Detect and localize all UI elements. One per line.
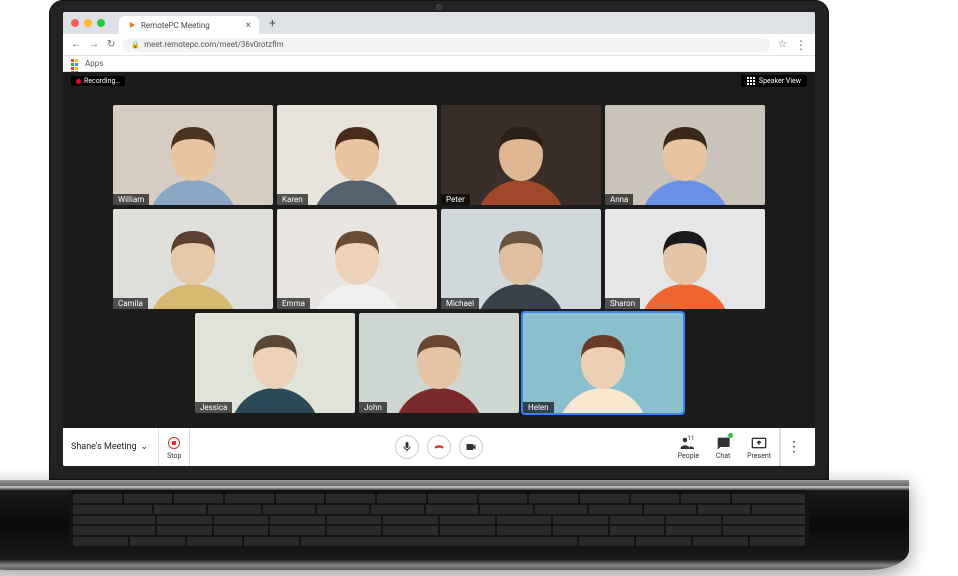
participant-name-label: John [359, 402, 387, 413]
people-count-badge: 11 [687, 435, 696, 442]
participant-video [113, 105, 273, 205]
participant-name-label: Michael [441, 298, 479, 309]
video-grid: William Karen Peter Anna Camila Emma Michael Sh… [63, 90, 815, 428]
call-controls [395, 435, 483, 459]
chat-icon [715, 436, 731, 450]
back-button[interactable]: ← [71, 39, 81, 50]
minimize-window-button[interactable] [84, 19, 92, 27]
meeting-app: Recording… Speaker View William Karen Pete… [63, 72, 815, 466]
webcam-dot [436, 4, 442, 10]
participant-video [113, 209, 273, 309]
bookmark-star-button[interactable]: ☆ [778, 39, 787, 50]
meeting-name-menu[interactable]: Shane's Meeting ⌄ [71, 428, 159, 466]
chat-label: Chat [716, 452, 731, 460]
participant-video [523, 313, 683, 413]
stop-recording-button[interactable]: Stop [159, 428, 190, 466]
forward-button[interactable]: → [89, 39, 99, 50]
new-tab-button[interactable]: + [263, 16, 282, 30]
present-button[interactable]: Present [739, 428, 780, 466]
url-input[interactable]: 🔒 meet.remotepc.com/meet/36v0rotzflm [123, 38, 770, 52]
close-window-button[interactable] [71, 19, 79, 27]
participant-name-label: Emma [277, 298, 310, 309]
more-options-button[interactable]: ⋮ [780, 428, 807, 466]
participant-name-label: William [113, 194, 149, 205]
participant-name-label: Camila [113, 298, 148, 309]
camera-icon [465, 441, 477, 453]
participant-video [277, 209, 437, 309]
stop-label: Stop [167, 452, 181, 460]
microphone-icon [401, 441, 413, 453]
video-row: Camila Emma Michael Sharon [113, 209, 765, 309]
participant-video [605, 209, 765, 309]
video-tile[interactable]: William [113, 105, 273, 205]
url-text: meet.remotepc.com/meet/36v0rotzflm [144, 40, 284, 49]
tab-title: RemotePC Meeting [141, 21, 210, 30]
present-icon [751, 436, 767, 450]
participant-name-label: Helen [523, 402, 554, 413]
favicon-icon [127, 20, 137, 30]
laptop-base [0, 480, 909, 570]
video-tile[interactable]: John [359, 313, 519, 413]
participant-name-label: Peter [441, 194, 470, 205]
laptop-frame: RemotePC Meeting × + ← → ↻ 🔒 meet.remote… [49, 0, 909, 570]
screen-bezel: RemotePC Meeting × + ← → ↻ 🔒 meet.remote… [49, 0, 829, 480]
recording-dot-icon [76, 79, 81, 84]
participant-video [441, 105, 601, 205]
chat-notification-dot-icon [728, 433, 733, 438]
video-tile[interactable]: Jessica [195, 313, 355, 413]
participant-video [605, 105, 765, 205]
window-controls [71, 12, 105, 34]
video-row: William Karen Peter Anna [113, 105, 765, 205]
chat-button[interactable]: Chat [707, 428, 739, 466]
participant-name-label: Karen [277, 194, 308, 205]
participant-video [277, 105, 437, 205]
reload-button[interactable]: ↻ [107, 39, 115, 50]
bottom-toolbar: Shane's Meeting ⌄ Stop [63, 428, 815, 466]
participant-video [195, 313, 355, 413]
browser-tab[interactable]: RemotePC Meeting × [119, 16, 259, 34]
people-label: People [678, 452, 699, 460]
stop-icon [168, 437, 180, 449]
participant-video [441, 209, 601, 309]
mute-button[interactable] [395, 435, 419, 459]
participant-video [359, 313, 519, 413]
hangup-icon [432, 440, 446, 454]
video-row: Jessica John Helen [195, 313, 683, 413]
video-tile[interactable]: Karen [277, 105, 437, 205]
video-tile[interactable]: Anna [605, 105, 765, 205]
participant-name-label: Jessica [195, 402, 232, 413]
participant-name-label: Anna [605, 194, 633, 205]
recording-label: Recording… [84, 77, 120, 85]
lock-icon: 🔒 [131, 41, 140, 49]
browser-tab-bar: RemotePC Meeting × + [63, 12, 815, 34]
bookmark-bar: Apps [63, 56, 815, 72]
video-tile[interactable]: Michael [441, 209, 601, 309]
screen: RemotePC Meeting × + ← → ↻ 🔒 meet.remote… [63, 12, 815, 466]
apps-icon[interactable] [71, 59, 81, 69]
keyboard [69, 490, 809, 550]
apps-label[interactable]: Apps [85, 59, 103, 68]
speaker-view-label: Speaker View [759, 77, 801, 85]
participant-name-label: Sharon [605, 298, 640, 309]
video-tile[interactable]: Peter [441, 105, 601, 205]
video-tile[interactable]: Camila [113, 209, 273, 309]
maximize-window-button[interactable] [97, 19, 105, 27]
video-tile[interactable]: Sharon [605, 209, 765, 309]
recording-indicator: Recording… [71, 76, 125, 86]
video-tile[interactable]: Emma [277, 209, 437, 309]
grid-icon [747, 77, 755, 85]
close-tab-button[interactable]: × [246, 20, 251, 31]
chevron-down-icon: ⌄ [141, 442, 149, 452]
browser-address-bar: ← → ↻ 🔒 meet.remotepc.com/meet/36v0rotzf… [63, 34, 815, 56]
present-label: Present [747, 452, 771, 460]
browser-menu-button[interactable]: ⋮ [795, 38, 807, 52]
meeting-name-label: Shane's Meeting [71, 442, 137, 452]
app-top-bar: Recording… Speaker View [63, 72, 815, 90]
camera-toggle-button[interactable] [459, 435, 483, 459]
video-tile[interactable]: Helen [523, 313, 683, 413]
end-call-button[interactable] [427, 435, 451, 459]
speaker-view-button[interactable]: Speaker View [741, 75, 807, 87]
people-button[interactable]: 11 People [670, 428, 707, 466]
